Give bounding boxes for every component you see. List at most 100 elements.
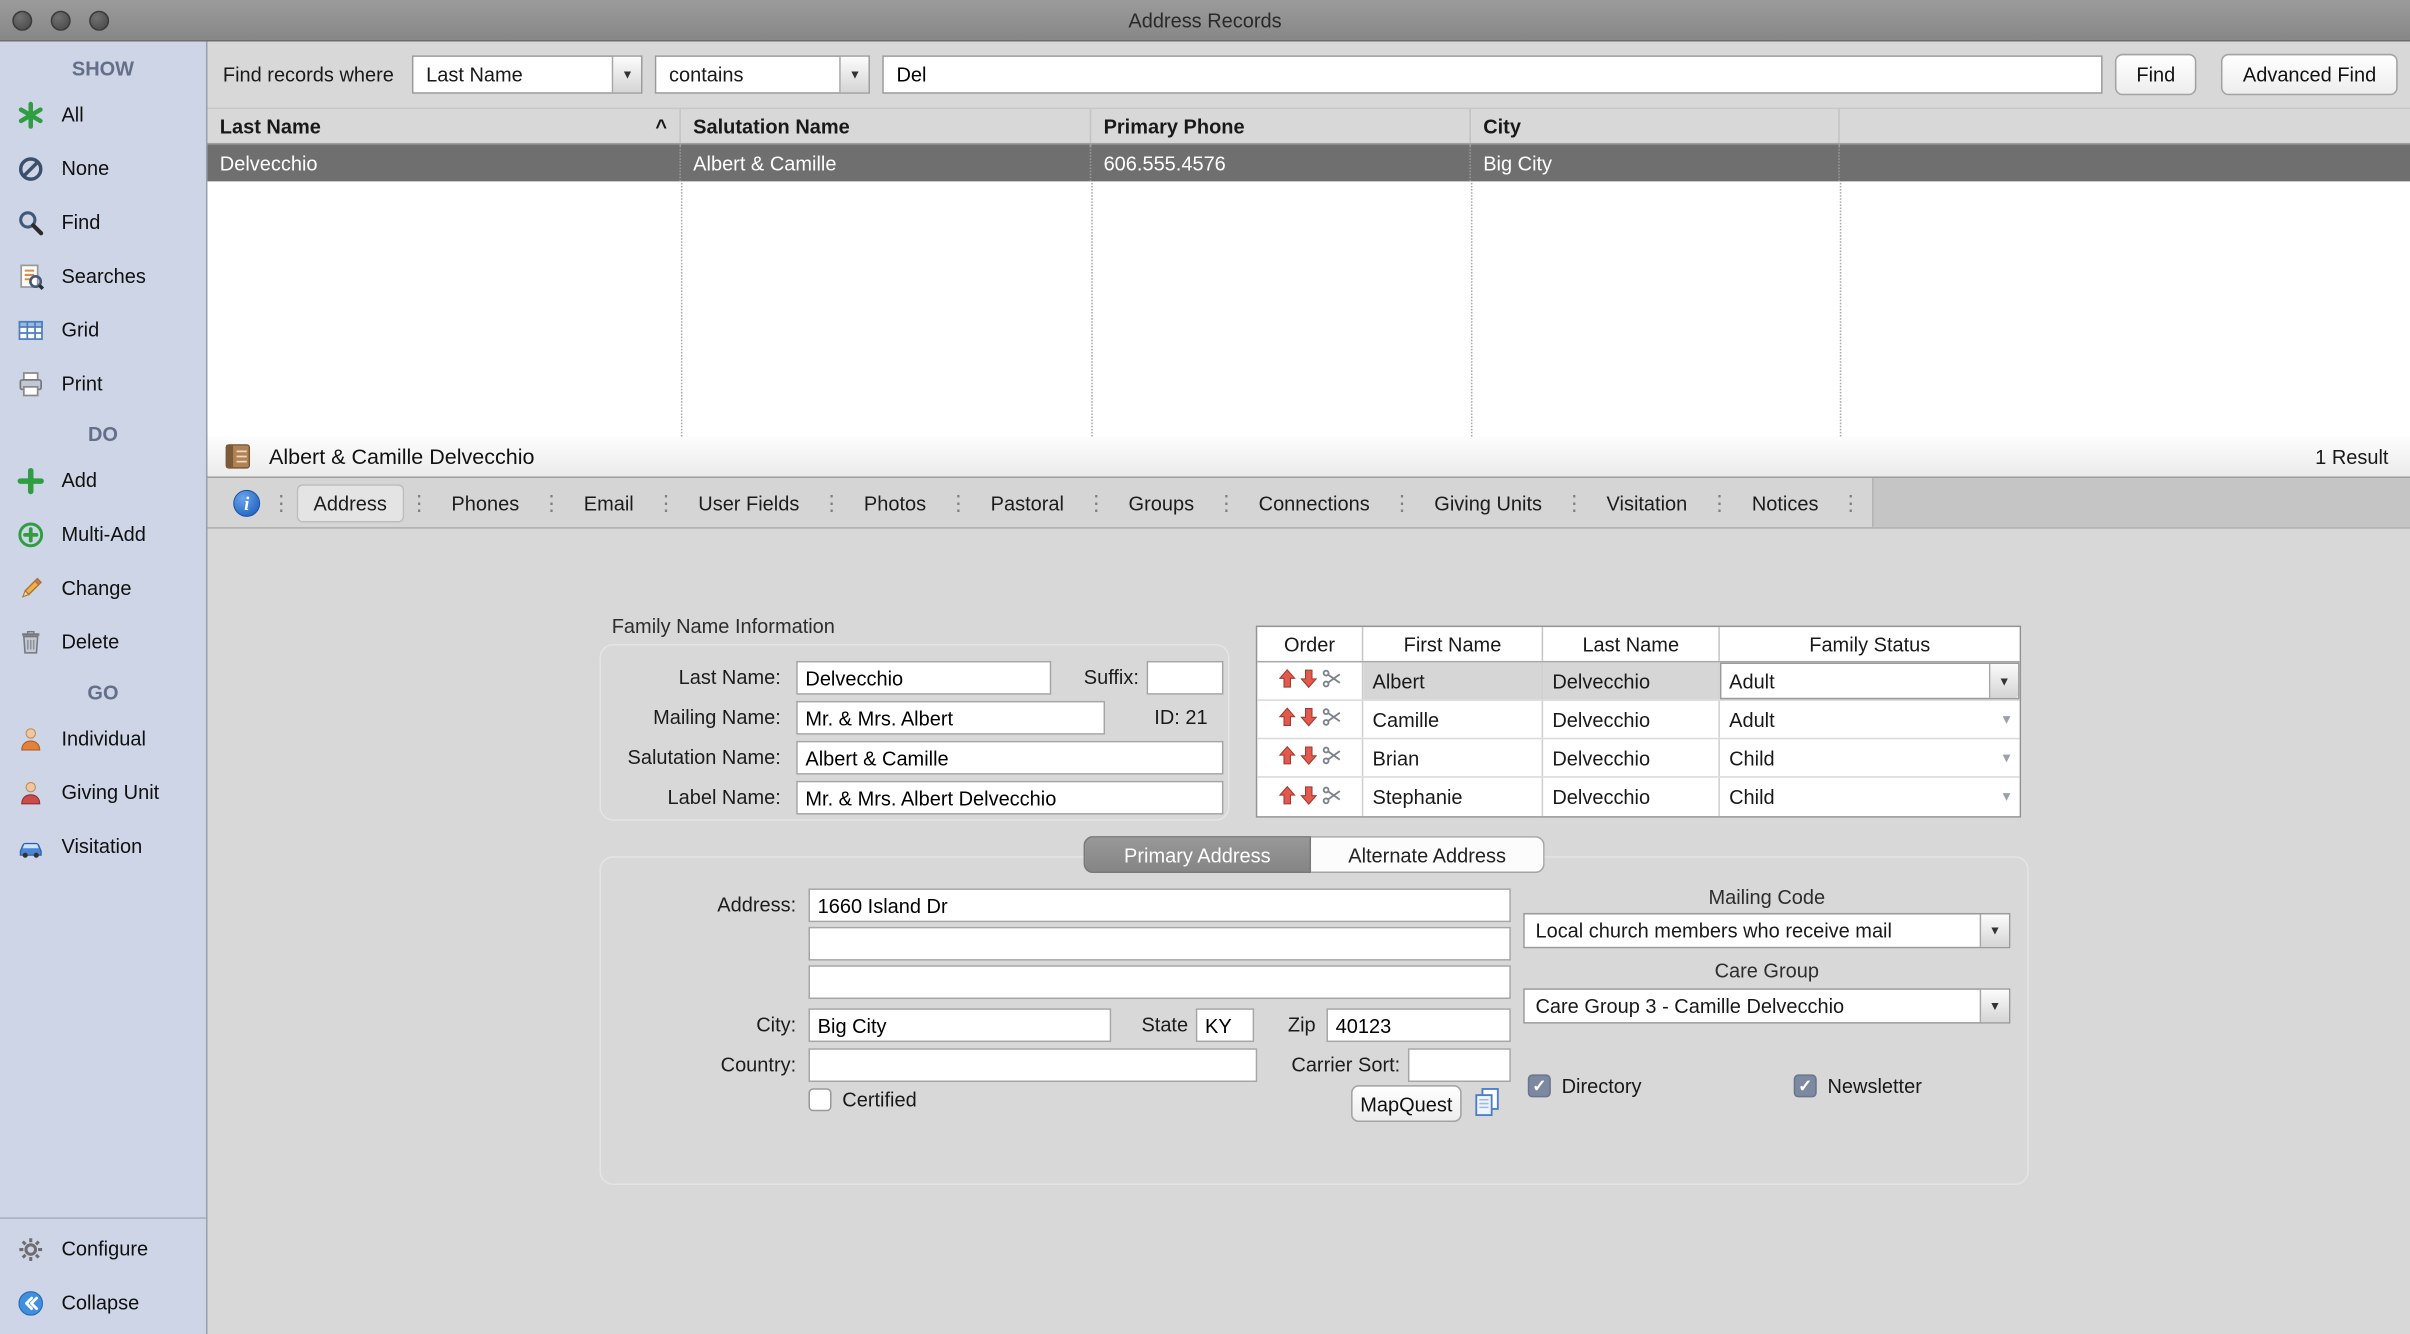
sidebar-item-multi-add[interactable]: Multi-Add <box>0 507 206 561</box>
scissors-icon[interactable] <box>1321 785 1341 810</box>
sidebar-item-visitation[interactable]: Visitation <box>0 819 206 873</box>
tab-pastoral[interactable]: Pastoral <box>974 483 1081 521</box>
carrier-sort-field[interactable] <box>1408 1048 1511 1082</box>
tab-phones[interactable]: Phones <box>435 483 537 521</box>
last-name-field[interactable] <box>796 661 1051 695</box>
tab-connections[interactable]: Connections <box>1242 483 1387 521</box>
label-name-field[interactable] <box>796 781 1223 815</box>
member-row[interactable]: Stephanie Delvecchio Child ▾ <box>1257 778 2019 816</box>
checkbox-checked-icon: ✓ <box>1528 1074 1551 1097</box>
operator-select[interactable]: contains ▼ <box>655 55 870 93</box>
move-down-icon[interactable] <box>1300 669 1317 694</box>
state-field[interactable] <box>1196 1008 1254 1042</box>
tab-primary-address[interactable]: Primary Address <box>1084 836 1311 873</box>
circled-plus-icon <box>15 519 46 550</box>
search-input[interactable] <box>883 55 2103 93</box>
family-status-select[interactable]: Adult ▾ <box>1720 701 2020 738</box>
mapquest-button[interactable]: MapQuest <box>1351 1085 1462 1122</box>
family-status-select[interactable]: Child ▾ <box>1720 778 2020 816</box>
tab-user-fields[interactable]: User Fields <box>681 483 816 521</box>
results-table[interactable]: Delvecchio Albert & Camille 606.555.4576… <box>207 144 2410 436</box>
sidebar-item-searches[interactable]: Searches <box>0 249 206 303</box>
scissors-icon[interactable] <box>1321 745 1341 770</box>
close-button[interactable] <box>12 11 32 31</box>
find-button[interactable]: Find <box>2115 54 2197 95</box>
sidebar-item-grid[interactable]: Grid <box>0 303 206 357</box>
sidebar-item-label: Collapse <box>61 1291 139 1314</box>
copy-icon[interactable] <box>1471 1085 1505 1119</box>
zip-field[interactable] <box>1326 1008 1510 1042</box>
member-row[interactable]: Albert Delvecchio Adult ▼ <box>1257 662 2019 700</box>
grid-icon <box>15 314 46 345</box>
tab-photos[interactable]: Photos <box>847 483 943 521</box>
mailing-name-field[interactable] <box>796 701 1105 735</box>
member-last-name[interactable]: Delvecchio <box>1543 778 1720 816</box>
tab-address[interactable]: Address <box>297 483 404 521</box>
column-header-last-name[interactable]: Last Name ^ <box>207 109 680 143</box>
address-line3-field[interactable] <box>808 965 1510 999</box>
family-status-select[interactable]: Adult ▼ <box>1720 662 2020 699</box>
member-first-name[interactable]: Camille <box>1363 701 1543 738</box>
member-last-name[interactable]: Delvecchio <box>1543 701 1720 738</box>
move-down-icon[interactable] <box>1300 707 1317 732</box>
care-group-select[interactable]: Care Group 3 - Camille Delvecchio ▼ <box>1523 988 2010 1023</box>
move-up-icon[interactable] <box>1278 785 1295 810</box>
salutation-name-field[interactable] <box>796 741 1223 775</box>
address-line2-field[interactable] <box>808 927 1510 961</box>
move-up-icon[interactable] <box>1278 745 1295 770</box>
member-row[interactable]: Brian Delvecchio Child ▾ <box>1257 739 2019 777</box>
mailing-code-select[interactable]: Local church members who receive mail ▼ <box>1523 913 2010 948</box>
sidebar-item-all[interactable]: All <box>0 88 206 142</box>
column-header-city[interactable]: City <box>1471 109 1840 143</box>
member-last-name[interactable]: Delvecchio <box>1543 662 1720 699</box>
sidebar-item-label: All <box>61 103 83 126</box>
address-line1-field[interactable] <box>808 888 1510 922</box>
sidebar-item-find[interactable]: Find <box>0 195 206 249</box>
country-field[interactable] <box>808 1048 1257 1082</box>
sidebar-item-add[interactable]: Add <box>0 453 206 507</box>
member-first-name[interactable]: Stephanie <box>1363 778 1543 816</box>
member-first-name[interactable]: Brian <box>1363 739 1543 776</box>
tab-separator: ⋮ <box>266 492 297 514</box>
scissors-icon[interactable] <box>1321 707 1341 732</box>
move-down-icon[interactable] <box>1300 745 1317 770</box>
sidebar-item-giving-unit[interactable]: Giving Unit <box>0 765 206 819</box>
info-icon[interactable]: i <box>232 488 261 517</box>
zoom-button[interactable] <box>89 11 109 31</box>
tab-groups[interactable]: Groups <box>1112 483 1211 521</box>
field-select[interactable]: Last Name ▼ <box>412 55 643 93</box>
cell-salutation: Albert & Camille <box>681 144 1091 181</box>
member-row[interactable]: Camille Delvecchio Adult ▾ <box>1257 701 2019 739</box>
tab-giving-units[interactable]: Giving Units <box>1417 483 1559 521</box>
directory-checkbox[interactable]: ✓ Directory <box>1528 1074 1642 1097</box>
certified-checkbox[interactable]: Certified <box>808 1088 916 1111</box>
tab-email[interactable]: Email <box>567 483 651 521</box>
member-first-name[interactable]: Albert <box>1363 662 1543 699</box>
family-status-select[interactable]: Child ▾ <box>1720 739 2020 776</box>
scissors-icon[interactable] <box>1321 669 1341 694</box>
column-header-primary-phone[interactable]: Primary Phone <box>1091 109 1471 143</box>
advanced-find-button[interactable]: Advanced Find <box>2221 54 2397 95</box>
sidebar-item-print[interactable]: Print <box>0 357 206 411</box>
pencil-icon <box>15 573 46 604</box>
move-up-icon[interactable] <box>1278 669 1295 694</box>
table-row[interactable]: Delvecchio Albert & Camille 606.555.4576… <box>207 144 2410 181</box>
suffix-field[interactable] <box>1147 661 1224 695</box>
member-last-name[interactable]: Delvecchio <box>1543 739 1720 776</box>
sidebar-item-configure[interactable]: Configure <box>0 1222 206 1276</box>
tab-notices[interactable]: Notices <box>1735 483 1835 521</box>
newsletter-checkbox[interactable]: ✓ Newsletter <box>1794 1074 1922 1097</box>
move-up-icon[interactable] <box>1278 707 1295 732</box>
move-down-icon[interactable] <box>1300 785 1317 810</box>
sidebar-item-delete[interactable]: Delete <box>0 615 206 669</box>
tab-alternate-address[interactable]: Alternate Address <box>1311 836 1545 873</box>
tab-visitation[interactable]: Visitation <box>1590 483 1705 521</box>
sidebar-item-none[interactable]: None <box>0 141 206 195</box>
minimize-button[interactable] <box>51 11 71 31</box>
column-separator <box>1091 144 1093 436</box>
column-header-salutation-name[interactable]: Salutation Name <box>681 109 1091 143</box>
sidebar-item-individual[interactable]: Individual <box>0 712 206 766</box>
city-field[interactable] <box>808 1008 1111 1042</box>
sidebar-item-change[interactable]: Change <box>0 561 206 615</box>
sidebar-item-collapse[interactable]: Collapse <box>0 1276 206 1330</box>
